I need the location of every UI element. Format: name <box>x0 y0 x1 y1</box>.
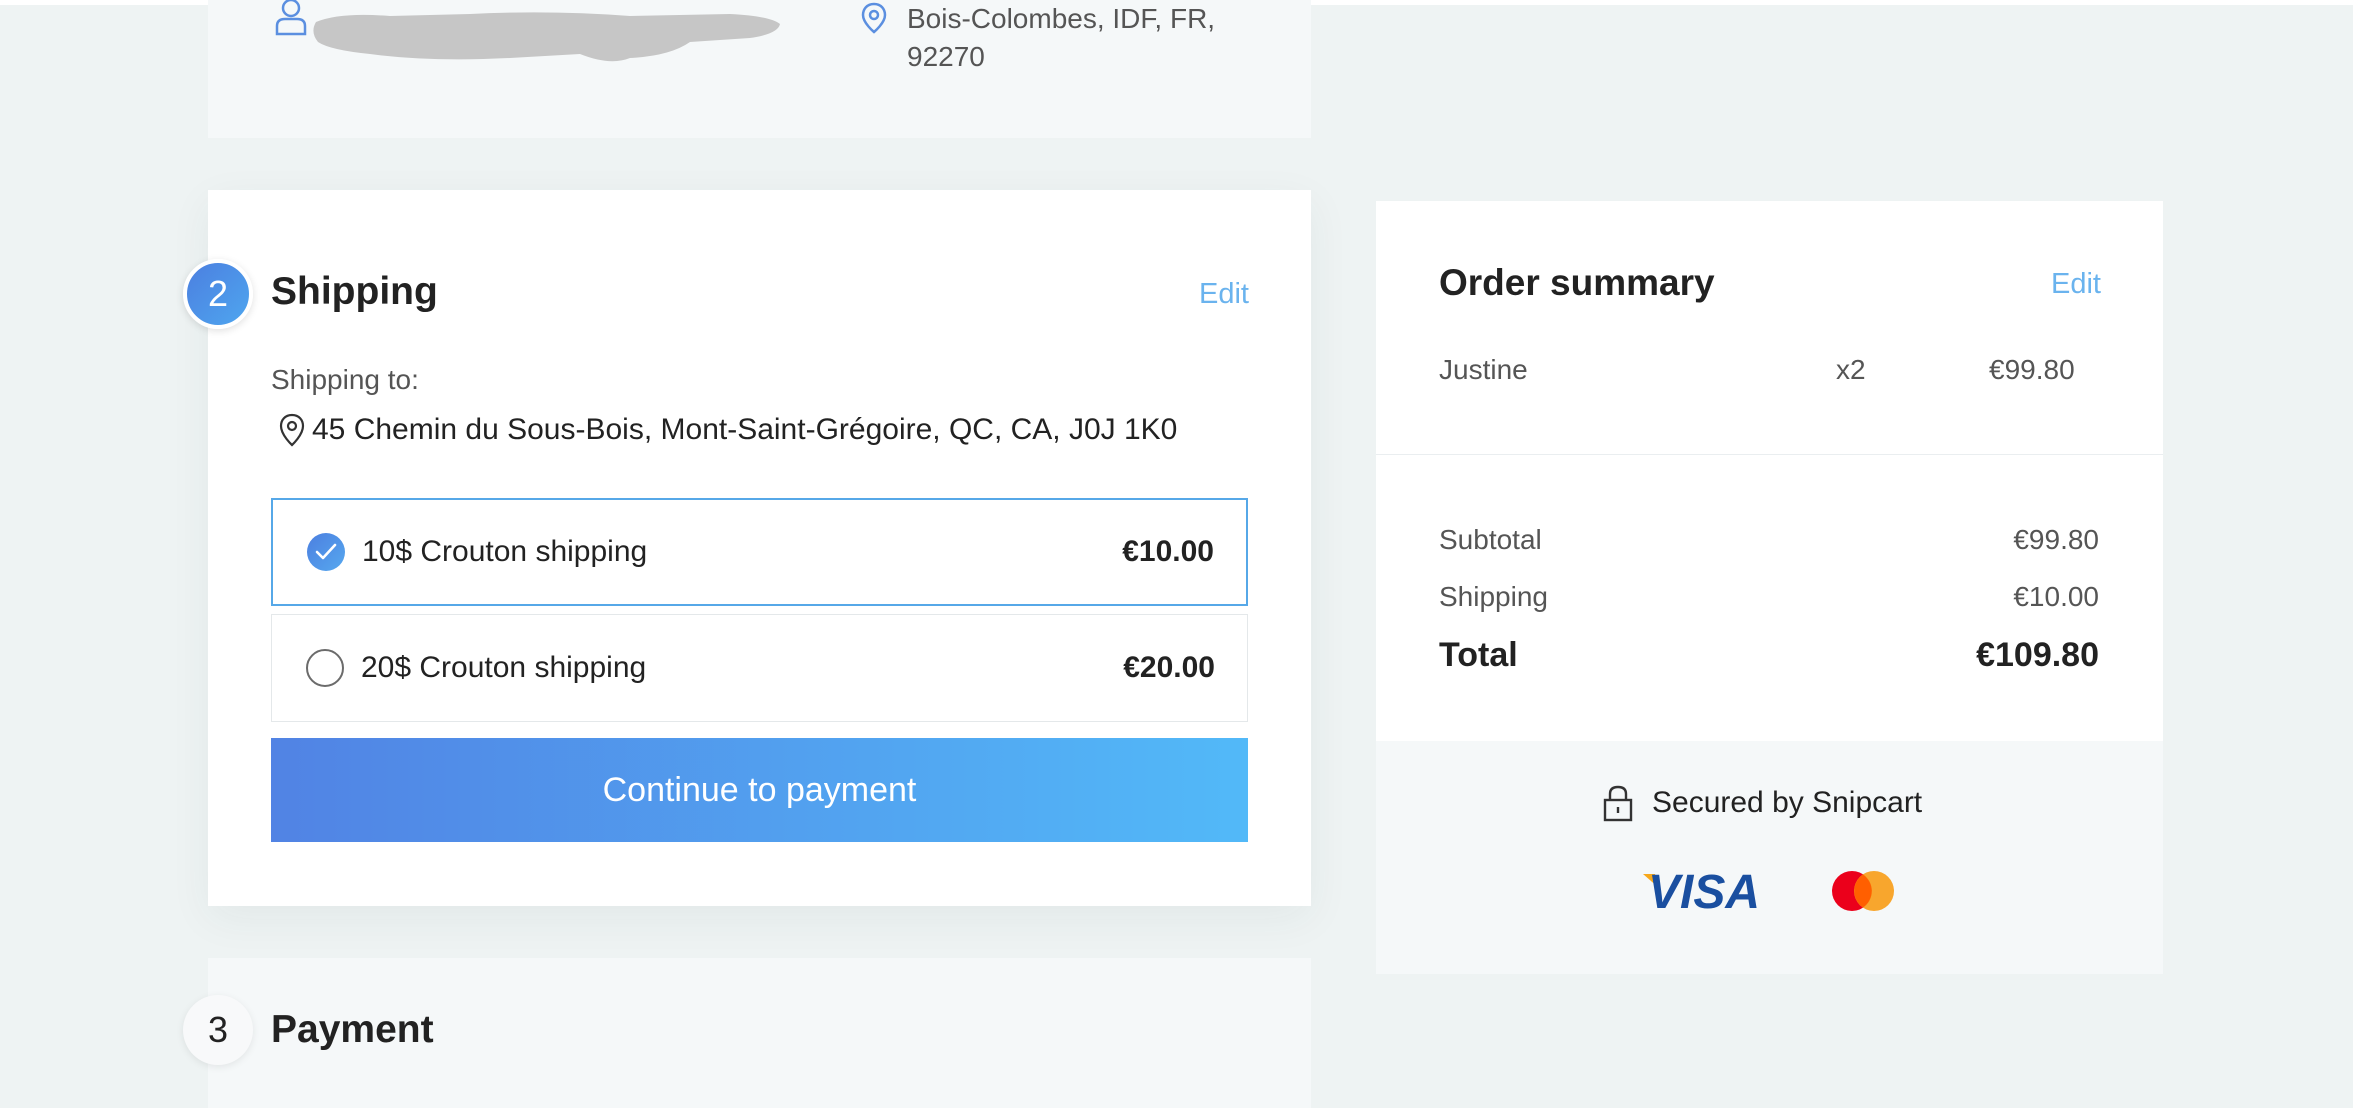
shipping-edit-link[interactable]: Edit <box>1199 278 1249 311</box>
mastercard-logo <box>1832 871 1894 911</box>
shipping-option-price: €20.00 <box>1123 651 1215 684</box>
summary-divider <box>1376 454 2163 455</box>
total-value: €109.80 <box>1976 636 2099 674</box>
shipping-option-10[interactable]: 10$ Crouton shipping €10.00 <box>271 498 1248 606</box>
customer-address-line2: 92270 <box>907 41 985 72</box>
customer-address-line1: Bois-Colombes, IDF, FR, <box>907 3 1216 34</box>
shipping-to-label: Shipping to: <box>271 364 419 395</box>
item-price: €99.80 <box>1989 354 2075 385</box>
shipping-option-label: 10$ Crouton shipping <box>362 535 648 568</box>
subtotal-label: Subtotal <box>1439 524 1542 555</box>
shipping-option-price: €10.00 <box>1122 535 1214 568</box>
order-summary-edit-link[interactable]: Edit <box>2051 268 2101 301</box>
visa-logo-text: VISA <box>1648 866 1760 918</box>
order-summary-title: Order summary <box>1439 262 1715 303</box>
visa-logo: VISA <box>1643 866 1760 918</box>
shipping-option-20[interactable]: 20$ Crouton shipping €20.00 <box>271 614 1248 722</box>
customer-address: Bois-Colombes, IDF, FR, 92270 <box>907 0 1287 76</box>
shipping-cost-label: Shipping <box>1439 581 1548 612</box>
location-pin-icon <box>279 413 305 447</box>
radio-checked-icon[interactable] <box>307 533 345 571</box>
user-icon <box>275 0 307 36</box>
total-label: Total <box>1439 636 1518 674</box>
shipping-address-row: 45 Chemin du Sous-Bois, Mont-Saint-Grégo… <box>278 413 1177 447</box>
payment-title: Payment <box>271 1008 434 1051</box>
shipping-address: 45 Chemin du Sous-Bois, Mont-Saint-Grégo… <box>312 413 1178 446</box>
secured-by-row: Secured by Snipcart <box>1602 784 1922 822</box>
radio-unchecked-icon[interactable] <box>306 649 344 687</box>
shipping-title: Shipping <box>271 270 438 313</box>
shipping-cost-value: €10.00 <box>2013 581 2099 612</box>
location-pin-icon <box>861 2 887 34</box>
item-quantity: x2 <box>1836 354 1866 385</box>
shipping-option-label: 20$ Crouton shipping <box>361 651 647 684</box>
subtotal-value: €99.80 <box>2013 524 2099 555</box>
item-name: Justine <box>1439 354 1528 385</box>
lock-icon <box>1603 785 1633 822</box>
redacted-name <box>313 12 780 62</box>
step-number-badge: 3 <box>183 995 253 1065</box>
continue-to-payment-button[interactable]: Continue to payment <box>271 738 1248 842</box>
secure-payment-box <box>1376 741 2163 974</box>
secured-by-text: Secured by Snipcart <box>1652 786 1923 819</box>
step-number-badge: 2 <box>183 259 253 329</box>
